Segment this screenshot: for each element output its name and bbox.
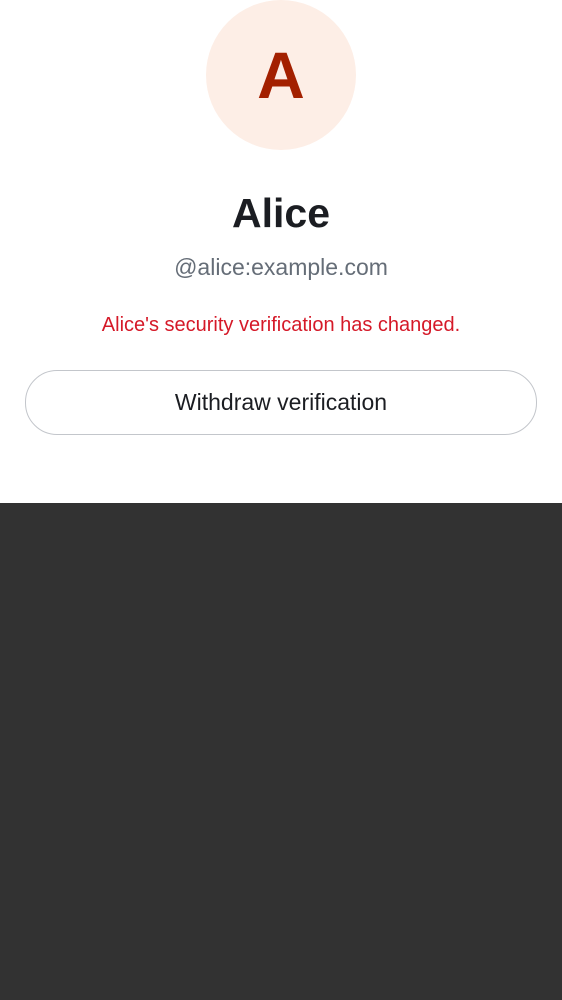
withdraw-verification-label: Withdraw verification — [174, 389, 388, 415]
avatar-initial: A — [257, 38, 305, 112]
verification-warning: Alice's security verification has change… — [101, 314, 461, 336]
display-name: Alice — [232, 190, 330, 236]
user-id: @alice:example.com — [174, 254, 388, 280]
user-profile-sheet: A Alice @alice:example.com Alice's secur… — [0, 0, 562, 503]
avatar: A — [206, 0, 356, 150]
dimmed-backdrop[interactable] — [0, 503, 562, 1000]
withdraw-verification-button[interactable]: Withdraw verification — [25, 370, 537, 435]
